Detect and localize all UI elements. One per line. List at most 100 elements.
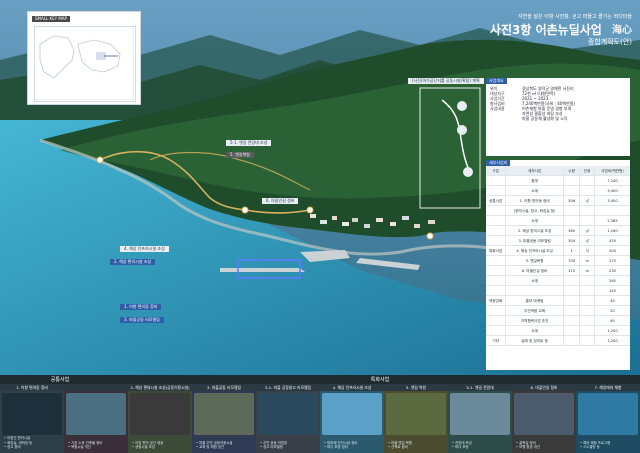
table-row: 5. 옛길복원 700 m 275 bbox=[486, 256, 630, 266]
subtitle-1: 자연을 닮은 어항 사진항, 걷고 머물고 즐기는 바다마을 bbox=[518, 14, 632, 20]
table-cell bbox=[564, 216, 581, 225]
table-cell: 1. 어항 편의동 정비 bbox=[506, 196, 564, 205]
table-row: 소계 2,385 bbox=[486, 216, 630, 226]
table-row: 소계 1,200 bbox=[486, 326, 630, 336]
bottom-card: 7. 해양레저 체험 • 해양 체험 프로그램 • 스노클링 등 bbox=[576, 384, 640, 453]
bottom-card-title: 6. 마을안길 정비 bbox=[512, 384, 576, 391]
table-cell bbox=[580, 216, 595, 225]
table-cell bbox=[486, 266, 507, 275]
table-cell: m bbox=[580, 266, 595, 275]
table-cell bbox=[580, 336, 595, 345]
table-cell: 20 bbox=[610, 308, 615, 313]
table-cell bbox=[595, 206, 630, 215]
bottom-card-desc: • 기존 노후 건축물 정비 • 복합시설 개선 bbox=[68, 441, 124, 449]
table-cell: 265 bbox=[609, 278, 616, 283]
table-row: 2. 해상 편의시설 조성 360 ㎡ 1,160 bbox=[486, 226, 630, 236]
budget-section: 세부사업비 구분 세부사업 수량 단위 사업비(백만원) 합계 7,240 소계 3,… bbox=[486, 160, 630, 370]
table-row: 소계 265 bbox=[486, 276, 630, 286]
header-cell: 단위 bbox=[580, 166, 595, 175]
table-cell: (편의시설, 창고, 화장실 등) bbox=[506, 206, 564, 215]
table-cell: 기타 bbox=[486, 336, 507, 345]
overview-extra: 마을 공동체 활성화 및 소득 bbox=[522, 116, 568, 121]
table-cell: 2. 해상 편의시설 조성 bbox=[506, 226, 564, 235]
table-row: 특화사업 4. 해상 인프라시설 조성 1 식 300 bbox=[486, 246, 630, 256]
table-cell: 소계 bbox=[506, 216, 564, 225]
overview-section: 사업개요 위치 경상북도 영덕군 영해면 사진리 대상지구 72천 ㎡ (내항면적)… bbox=[486, 78, 630, 156]
sub-title: 종합계획도(안) bbox=[587, 38, 632, 46]
table-cell: 지역협력사업 추진 bbox=[506, 316, 564, 325]
table-row: 소계 3,400 bbox=[486, 186, 630, 196]
table-cell bbox=[486, 206, 507, 215]
table-cell bbox=[486, 286, 507, 295]
table-cell: 306 bbox=[564, 196, 581, 205]
bottom-card: 3. 마을공동 리모델링 • 마을 주민 공동이용시설 • 교육 및 체험 공간 bbox=[192, 384, 256, 453]
bottom-card-image bbox=[450, 393, 510, 435]
table-cell: 특화사업 bbox=[486, 246, 507, 255]
table-cell bbox=[564, 286, 581, 295]
table-cell: 1 bbox=[564, 246, 581, 255]
table-cell bbox=[506, 286, 564, 295]
marker-1 bbox=[96, 156, 104, 164]
table-cell bbox=[486, 256, 507, 265]
table-cell: 1,160 bbox=[607, 228, 618, 233]
bottom-card-desc-line: • 스노클링 등 bbox=[580, 444, 600, 449]
table-cell: 275 bbox=[609, 258, 616, 263]
overview-title: 사업개요 bbox=[486, 78, 507, 84]
main-title-text: 사진3항 어촌뉴딜사업 bbox=[489, 23, 602, 37]
table-cell: 2,385 bbox=[607, 218, 618, 223]
table-cell bbox=[580, 176, 595, 185]
bottom-card-desc-line: • 공동시설 조성 bbox=[132, 444, 155, 449]
table-cell bbox=[564, 316, 581, 325]
bottom-card-image bbox=[386, 393, 446, 435]
budget-table: 구분 세부사업 수량 단위 사업비(백만원) 합계 7,240 소계 3,400 공통사… bbox=[486, 166, 630, 346]
table-cell: 역량강화 bbox=[486, 296, 507, 305]
main-title: 사진3항 어촌뉴딜사업 海心 bbox=[476, 23, 632, 38]
table-cell: 3,400 bbox=[607, 188, 618, 193]
bottom-card-image bbox=[322, 393, 382, 435]
table-cell: 145 bbox=[609, 288, 616, 293]
bottom-card-desc: • 마을 옛길 복원 • 산책로 정비 bbox=[388, 441, 444, 449]
bottom-card-title: 4. 해상 인프라시설 조성 bbox=[320, 384, 384, 391]
bottom-card-desc: • 전망대 조성 • 바다 조망 bbox=[452, 441, 508, 449]
bottom-card: 6. 마을안길 정비 • 골목길 정비 • 보행 환경 개선 bbox=[512, 384, 576, 453]
table-cell: 6. 마을안길 정비 bbox=[506, 266, 564, 275]
marker-2 bbox=[241, 206, 249, 214]
bottom-card-image bbox=[194, 393, 254, 435]
table-row: 합계 7,240 bbox=[486, 176, 630, 186]
right-panel: 사업개요 위치 경상북도 영덕군 영해면 사진리 대상지구 72천 ㎡ (내항면적)… bbox=[486, 78, 630, 370]
table-cell bbox=[580, 326, 595, 335]
table-row: 지역협력사업 추진 60 bbox=[486, 316, 630, 326]
table-cell bbox=[564, 306, 581, 315]
bottom-card-title: 3-1. 마을 공동창고 리모델링 bbox=[256, 384, 320, 391]
table-cell bbox=[564, 296, 581, 305]
table-cell: 360 bbox=[564, 226, 581, 235]
table-cell: ㎡ bbox=[580, 236, 595, 245]
bottom-card: 5. 옛길 복원 • 마을 옛길 복원 • 산책로 정비 bbox=[384, 384, 448, 453]
table-cell bbox=[486, 316, 507, 325]
label-marine-infra: 4. 해상 인프라시설 조성 bbox=[120, 246, 169, 252]
bottom-card-desc: • 골목길 정비 • 보행 환경 개선 bbox=[516, 441, 572, 449]
table-cell bbox=[580, 316, 595, 325]
bottom-card-desc-line: • 보행 환경 개선 bbox=[516, 444, 540, 449]
table-cell: 주민역량 교육 bbox=[506, 306, 564, 315]
label-harbor-amenity: 1. 어항 편의동 정비 bbox=[120, 304, 162, 310]
table-cell bbox=[580, 206, 595, 215]
table-cell: 5. 옛길복원 bbox=[506, 256, 564, 265]
table-cell: ㎡ bbox=[580, 196, 595, 205]
table-cell bbox=[564, 326, 581, 335]
table-cell bbox=[486, 186, 507, 195]
bottom-card-desc-line: • 창고 리모델링 bbox=[260, 444, 283, 449]
label-old-road-restoration: 5. 옛길복원 bbox=[226, 152, 254, 158]
marker-4 bbox=[426, 232, 434, 240]
bottom-card: • 기존 노후 건축물 정비 • 복합시설 개선 bbox=[64, 384, 128, 453]
table-cell bbox=[486, 236, 507, 245]
table-row: 3. 마을공동 리모델링 300 ㎡ 420 bbox=[486, 236, 630, 246]
table-cell bbox=[486, 176, 507, 185]
table-cell: 3,400 bbox=[607, 198, 618, 203]
bottom-card-desc-line: • 산책로 정비 bbox=[388, 444, 408, 449]
table-cell: 700 bbox=[564, 256, 581, 265]
table-row: (편의시설, 창고, 화장실 등) bbox=[486, 206, 630, 216]
table-cell: 소계 bbox=[506, 276, 564, 285]
bottom-card: 4. 해상 인프라시설 조성 • 방파제 안전시설 정비 • 바다 조망 쉼터 bbox=[320, 384, 384, 453]
key-map-inset: SMALL KEY MAP bbox=[28, 12, 140, 104]
